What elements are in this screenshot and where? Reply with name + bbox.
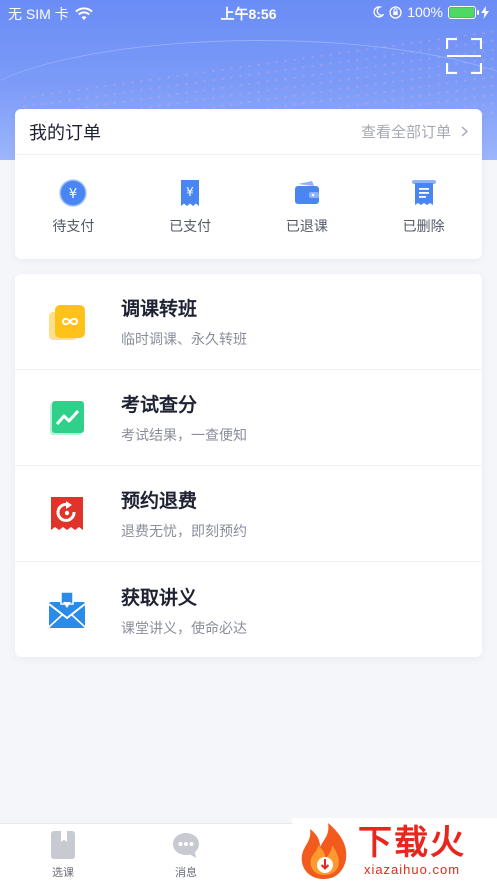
infinity-card-icon <box>49 304 85 340</box>
refund-icon <box>51 496 83 530</box>
wallet-icon <box>294 181 319 204</box>
flame-logo-icon <box>301 822 347 879</box>
view-all-orders-link[interactable]: 查看全部订单 <box>361 121 468 142</box>
order-pending-payment[interactable]: ¥ 待支付 <box>15 155 132 259</box>
rotation-lock-icon <box>389 5 402 19</box>
tab-course-selection[interactable]: 选课 <box>28 830 98 880</box>
my-orders-title: 我的订单 <box>29 122 101 143</box>
scan-icon <box>445 37 483 75</box>
tab-label: 选课 <box>52 867 74 879</box>
download-envelope-icon <box>48 591 86 628</box>
order-deleted-label: 已删除 <box>402 218 445 234</box>
services-menu: 调课转班 临时调课、永久转班 考试查分 考试结果，一查便知 预约退费 退费无忧，… <box>15 274 482 657</box>
menu-item-refund-booking[interactable]: 预约退费 退费无忧，即刻预约 <box>15 466 482 562</box>
tab-label: 消息 <box>175 867 197 879</box>
status-bar: 无 SIM 卡 上午8:56 100% <box>0 0 497 26</box>
watermark: 下载火 xiazaihuo.com <box>292 818 497 883</box>
menu-item-subtitle: 考试结果，一查便知 <box>121 427 247 443</box>
charging-icon <box>481 5 489 19</box>
my-orders-header[interactable]: 我的订单 查看全部订单 <box>15 109 482 155</box>
chat-bubble-icon <box>173 833 199 858</box>
menu-item-subtitle: 退费无忧，即刻预约 <box>121 523 247 539</box>
menu-item-subtitle: 课堂讲义，使命必达 <box>121 619 247 636</box>
chevron-right-icon <box>461 126 468 137</box>
view-all-orders-label: 查看全部订单 <box>360 124 451 141</box>
menu-item-title: 获取讲义 <box>121 587 198 609</box>
menu-item-title: 考试查分 <box>121 395 198 416</box>
order-refunded-label: 已退课 <box>285 218 328 234</box>
menu-item-title: 预约退费 <box>121 491 198 512</box>
menu-item-class-transfer[interactable]: 调课转班 临时调课、永久转班 <box>15 274 482 370</box>
menu-item-subtitle: 临时调课、永久转班 <box>121 331 247 347</box>
battery-percent: 100% <box>407 4 443 20</box>
order-paid-label: 已支付 <box>169 218 212 234</box>
book-icon <box>51 831 75 859</box>
menu-item-exam-scores[interactable]: 考试查分 考试结果，一查便知 <box>15 370 482 466</box>
tab-messages[interactable]: 消息 <box>151 830 221 880</box>
menu-item-title: 调课转班 <box>121 299 198 320</box>
menu-item-get-handouts[interactable]: 获取讲义 课堂讲义，使命必达 <box>15 562 482 658</box>
order-paid[interactable]: ¥ 已支付 <box>132 155 249 259</box>
battery-icon <box>448 5 479 19</box>
moon-icon <box>373 6 385 18</box>
order-refunded[interactable]: 已退课 <box>249 155 366 259</box>
svg-text:¥: ¥ <box>69 187 77 202</box>
watermark-url: xiazaihuo.com <box>363 862 461 877</box>
document-icon <box>411 180 436 205</box>
my-orders-card: 我的订单 查看全部订单 ¥ 待支付 ¥ 已支付 已退课 已删除 <box>15 109 482 259</box>
order-deleted[interactable]: 已删除 <box>365 155 482 259</box>
scan-button[interactable] <box>445 37 483 75</box>
svg-text:¥: ¥ <box>186 185 194 199</box>
trend-chart-icon <box>50 400 84 435</box>
watermark-title: 下载火 <box>358 824 466 862</box>
order-pending-payment-label: 待支付 <box>52 218 95 234</box>
yen-coin-icon: ¥ <box>59 179 88 207</box>
yen-receipt-icon: ¥ <box>181 180 200 206</box>
